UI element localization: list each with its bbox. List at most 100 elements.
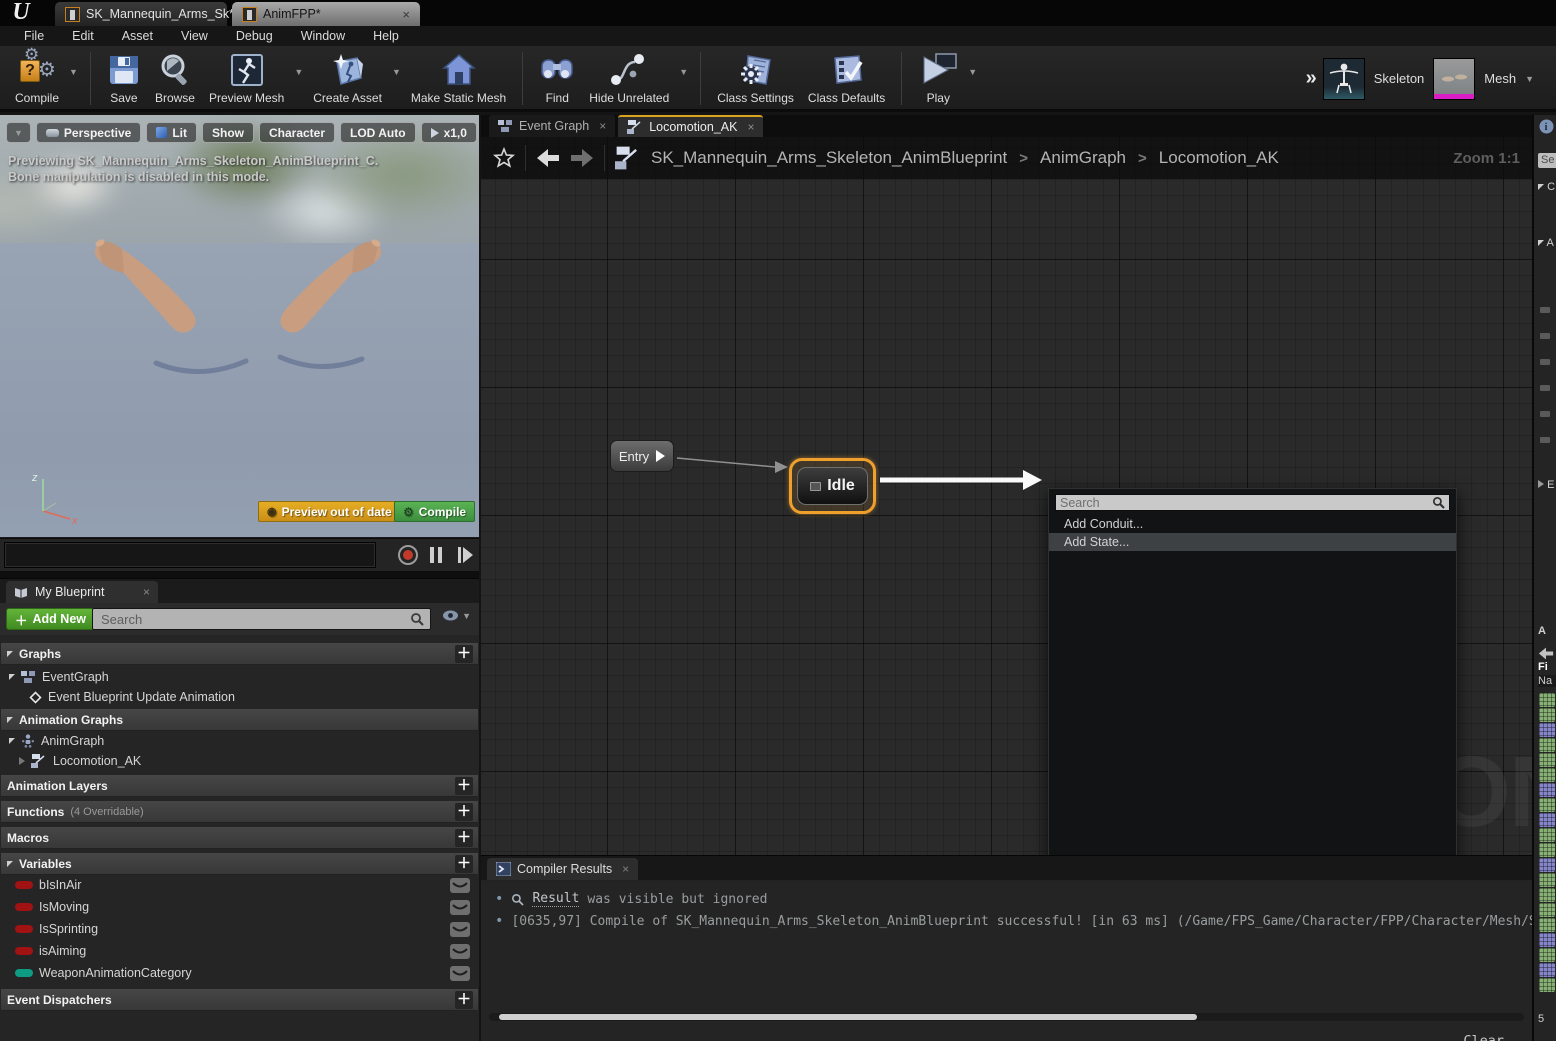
result-link[interactable]: Result (532, 891, 579, 907)
hide-unrelated-button[interactable]: Hide Unrelated (582, 49, 676, 108)
variable-row[interactable]: IsMoving (1, 897, 478, 917)
add-animation-layer-button[interactable]: ＋ (455, 777, 473, 795)
show-button[interactable]: Show (202, 122, 254, 143)
close-icon[interactable]: × (402, 7, 410, 22)
graphs-section-header[interactable]: Graphs ＋ (1, 643, 478, 665)
playback-speed-button[interactable]: x1,0 (421, 122, 477, 143)
animation-graphs-section-header[interactable]: Animation Graphs (1, 709, 478, 731)
blueprint-search-box[interactable] (92, 608, 431, 630)
add-graph-button[interactable]: ＋ (455, 645, 473, 663)
compile-button[interactable]: ⚙⚙? Compile (8, 49, 66, 108)
close-icon[interactable]: × (599, 119, 606, 133)
asset-thumbnail[interactable] (1539, 963, 1555, 977)
add-function-button[interactable]: ＋ (455, 803, 473, 821)
idle-state-node-selected[interactable]: Idle (789, 458, 876, 514)
character-button[interactable]: Character (259, 122, 335, 143)
asset-tab-skeleton-animblueprint[interactable]: SK_Mannequin_Arms_Sk* × (55, 2, 227, 26)
collapse-arrow-icon[interactable] (7, 651, 13, 657)
close-icon[interactable]: × (622, 862, 629, 876)
asset-thumbnail[interactable] (1539, 978, 1555, 992)
mesh-thumbnail[interactable] (1433, 58, 1475, 100)
event-update-animation-row[interactable]: Event Blueprint Update Animation (1, 687, 478, 707)
asset-thumbnail[interactable] (1539, 828, 1555, 842)
asset-thumbnail[interactable] (1539, 858, 1555, 872)
animation-layers-section-header[interactable]: Animation Layers ＋ (1, 775, 478, 797)
asset-thumbnail[interactable] (1539, 723, 1555, 737)
horizontal-scrollbar-thumb[interactable] (499, 1014, 1197, 1020)
clear-log-button[interactable]: Clear (1463, 1033, 1504, 1041)
asset-thumbnail[interactable] (1539, 708, 1555, 722)
hide-unrelated-dropdown-icon[interactable]: ▼ (676, 67, 691, 77)
eye-closed-icon[interactable] (450, 900, 470, 915)
my-blueprint-tab[interactable]: My Blueprint × (6, 581, 158, 603)
breadcrumb-animgraph[interactable]: AnimGraph (1040, 148, 1126, 168)
make-static-mesh-button[interactable]: Make Static Mesh (404, 49, 513, 108)
asset-thumbnail[interactable] (1539, 798, 1555, 812)
variable-row[interactable]: isAiming (1, 941, 478, 961)
step-forward-button[interactable] (458, 547, 473, 563)
back-arrow-icon[interactable] (536, 148, 560, 168)
forward-arrow-icon[interactable] (570, 148, 594, 168)
entry-state-node[interactable]: Entry (610, 440, 674, 472)
asset-thumbnail[interactable] (1539, 888, 1555, 902)
menu-item-add-state[interactable]: Add State... (1049, 533, 1456, 551)
breadcrumb-locomotion[interactable]: Locomotion_AK (1159, 148, 1279, 168)
menu-debug[interactable]: Debug (222, 29, 287, 43)
eye-closed-icon[interactable] (450, 966, 470, 981)
eye-closed-icon[interactable] (450, 944, 470, 959)
state-machine-canvas[interactable]: ON Entry Idle (481, 137, 1532, 855)
add-event-dispatcher-button[interactable]: ＋ (455, 991, 473, 1009)
preview-out-of-date-badge[interactable]: ◉ Preview out of date (258, 501, 401, 522)
functions-section-header[interactable]: Functions (4 Overridable) ＋ (1, 801, 478, 823)
locomotion-graph-row[interactable]: Locomotion_AK (1, 751, 478, 771)
asset-thumbnail[interactable] (1539, 918, 1555, 932)
timeline-scrubber[interactable] (4, 542, 376, 568)
compiler-results-tab[interactable]: Compiler Results × (487, 858, 638, 880)
locomotion-tab[interactable]: Locomotion_AK × (618, 115, 763, 137)
anim-graph-row[interactable]: AnimGraph (1, 731, 478, 751)
asset-thumbnail[interactable] (1539, 783, 1555, 797)
asset-thumbnail[interactable] (1539, 873, 1555, 887)
context-menu-search-input[interactable] (1056, 496, 1432, 510)
event-graph-row[interactable]: EventGraph (1, 667, 478, 687)
preview-viewport[interactable]: ▼ Perspective Lit Show Character LOD Aut… (0, 115, 479, 571)
back-arrow-icon[interactable] (1538, 647, 1554, 660)
skeleton-thumbnail[interactable] (1323, 58, 1365, 100)
lit-button[interactable]: Lit (146, 122, 197, 143)
play-button[interactable]: Play (911, 49, 965, 108)
asset-thumbnail[interactable] (1539, 813, 1555, 827)
asset-thumbnail[interactable] (1539, 768, 1555, 782)
create-asset-button[interactable]: Create Asset (306, 49, 389, 108)
variables-section-header[interactable]: Variables ＋ (1, 853, 478, 875)
close-icon[interactable]: × (747, 120, 754, 134)
save-button[interactable]: Save (100, 49, 148, 108)
menu-item-add-conduit[interactable]: Add Conduit... (1049, 515, 1456, 533)
perspective-button[interactable]: Perspective (36, 122, 141, 143)
create-asset-dropdown-icon[interactable]: ▼ (389, 67, 404, 77)
variable-row[interactable]: IsSprinting (1, 919, 478, 939)
lod-auto-button[interactable]: LOD Auto (340, 122, 416, 143)
visibility-filter-button[interactable]: ▼ (442, 610, 471, 621)
variable-row[interactable]: bIsInAir (1, 875, 478, 895)
blueprint-search-input[interactable] (93, 612, 410, 627)
macros-section-header[interactable]: Macros ＋ (1, 827, 478, 849)
asset-thumbnail[interactable] (1539, 753, 1555, 767)
preview-mesh-button[interactable]: Preview Mesh (202, 49, 291, 108)
asset-thumbnail[interactable] (1539, 843, 1555, 857)
event-graph-tab[interactable]: Event Graph × (489, 115, 615, 137)
asset-thumbnail[interactable] (1539, 693, 1555, 707)
class-defaults-button[interactable]: Class Defaults (801, 49, 892, 108)
collapse-arrow-icon[interactable] (7, 717, 13, 723)
expand-arrow-icon[interactable] (19, 757, 25, 765)
play-dropdown-icon[interactable]: ▼ (965, 67, 980, 77)
collapse-arrow-icon[interactable] (7, 861, 13, 867)
add-variable-button[interactable]: ＋ (455, 855, 473, 873)
compile-dropdown-icon[interactable]: ▼ (66, 67, 81, 77)
class-settings-button[interactable]: Class Settings (710, 49, 801, 108)
menu-help[interactable]: Help (359, 29, 413, 43)
context-menu-search-box[interactable] (1055, 494, 1450, 511)
mesh-dropdown-icon[interactable]: ▼ (1525, 74, 1534, 84)
mesh-mode-label[interactable]: Mesh (1484, 71, 1516, 86)
menu-asset[interactable]: Asset (108, 29, 167, 43)
menu-window[interactable]: Window (287, 29, 359, 43)
